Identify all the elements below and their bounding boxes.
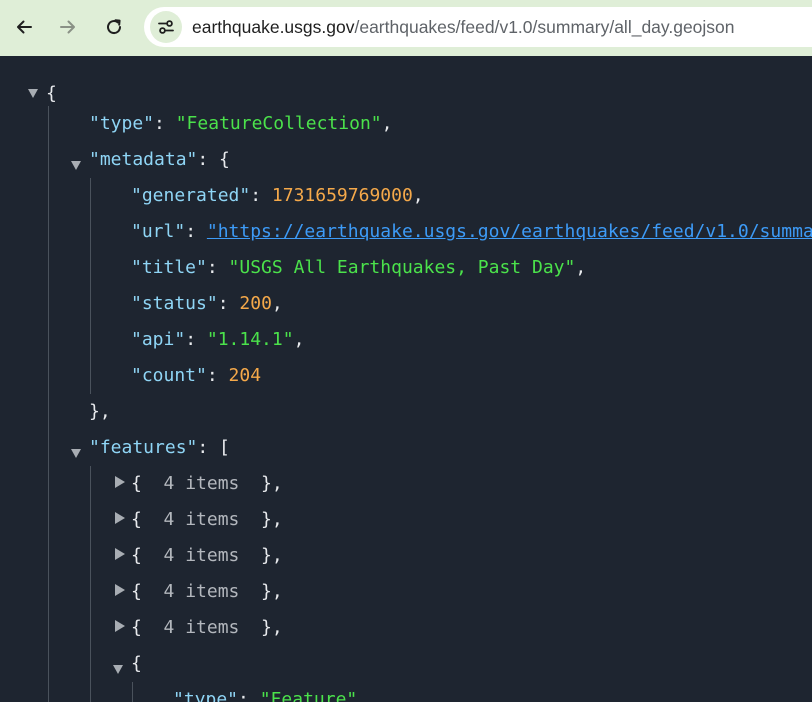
expand-feature-toggle[interactable] bbox=[115, 512, 125, 524]
site-info-button[interactable] bbox=[150, 11, 182, 43]
metadata-key: "metadata" bbox=[89, 149, 198, 170]
feature-type-value: "Feature" bbox=[259, 689, 358, 702]
browser-toolbar: earthquake.usgs.gov/earthquakes/feed/v1.… bbox=[0, 0, 812, 56]
json-line-generated: "generated": 1731659769000, bbox=[131, 185, 424, 206]
url-path: /earthquakes/feed/v1.0/summary/all_day.g… bbox=[354, 17, 735, 37]
expand-feature-toggle[interactable] bbox=[115, 476, 125, 488]
json-line-collapsed-item[interactable]: { 4 items }, bbox=[131, 538, 283, 574]
status-value: 200 bbox=[239, 293, 272, 314]
json-line-url: "url": "https://earthquake.usgs.gov/eart… bbox=[131, 214, 812, 250]
feature-type-key: "type" bbox=[173, 689, 239, 702]
reload-button[interactable] bbox=[96, 9, 132, 45]
collapse-features-toggle[interactable] bbox=[71, 449, 81, 458]
json-line-type: "type": "FeatureCollection", bbox=[89, 113, 393, 134]
json-line-collapsed-item[interactable]: { 4 items }, bbox=[131, 466, 283, 502]
json-line-root-open: { bbox=[46, 76, 57, 112]
expand-feature-toggle[interactable] bbox=[115, 584, 125, 596]
json-line-metadata: "metadata": { bbox=[89, 149, 230, 170]
json-line-api: "api": "1.14.1", bbox=[131, 329, 305, 350]
generated-key: "generated" bbox=[131, 185, 251, 206]
status-key: "status" bbox=[131, 293, 218, 314]
type-value: "FeatureCollection" bbox=[175, 113, 382, 134]
url-host: earthquake.usgs.gov bbox=[192, 17, 355, 37]
expand-feature-toggle[interactable] bbox=[115, 620, 125, 632]
indent-guide-features bbox=[90, 466, 91, 702]
collapse-metadata-toggle[interactable] bbox=[71, 161, 81, 170]
api-key: "api" bbox=[131, 329, 186, 350]
reload-icon bbox=[107, 19, 122, 35]
title-key: "title" bbox=[131, 257, 207, 278]
forward-button[interactable] bbox=[50, 9, 86, 45]
indent-guide-feature bbox=[132, 682, 133, 702]
json-line-features: "features": [ bbox=[89, 437, 230, 458]
indent-guide-metadata bbox=[90, 178, 91, 394]
back-button[interactable] bbox=[6, 9, 42, 45]
collapsed-item-count: 4 items bbox=[163, 545, 240, 566]
url-text[interactable]: earthquake.usgs.gov/earthquakes/feed/v1.… bbox=[192, 7, 735, 47]
type-key: "type" bbox=[89, 113, 155, 134]
json-viewer: { "type": "FeatureCollection", "metadata… bbox=[0, 56, 812, 702]
json-line-feature-open: { bbox=[131, 653, 142, 674]
root-open-brace: { bbox=[46, 83, 57, 104]
indent-guide-root bbox=[48, 106, 49, 702]
url-link[interactable]: "https://earthquake.usgs.gov/earthquakes… bbox=[207, 221, 812, 242]
collapsed-item-count: 4 items bbox=[163, 581, 240, 602]
expand-feature-toggle[interactable] bbox=[115, 548, 125, 560]
json-line-collapsed-item[interactable]: { 4 items }, bbox=[131, 502, 283, 538]
json-line-status: "status": 200, bbox=[131, 293, 283, 314]
back-arrow-icon bbox=[17, 20, 32, 34]
url-key: "url" bbox=[131, 221, 186, 242]
forward-arrow-icon bbox=[60, 20, 75, 34]
collapse-feature-toggle[interactable] bbox=[113, 665, 123, 674]
api-value: "1.14.1" bbox=[206, 329, 294, 350]
json-line-feature-type: "type": "Feature", bbox=[173, 682, 368, 702]
metadata-close-brace: }, bbox=[89, 401, 111, 422]
json-line-title: "title": "USGS All Earthquakes, Past Day… bbox=[131, 257, 587, 278]
count-value: 204 bbox=[228, 365, 262, 386]
site-info-icon bbox=[158, 20, 174, 34]
title-value: "USGS All Earthquakes, Past Day" bbox=[228, 257, 576, 278]
json-line-count: "count": 204 bbox=[131, 365, 262, 386]
collapse-root-toggle[interactable] bbox=[28, 89, 38, 98]
collapsed-item-count: 4 items bbox=[163, 509, 240, 530]
json-line-collapsed-item[interactable]: { 4 items }, bbox=[131, 574, 283, 610]
generated-value: 1731659769000 bbox=[271, 185, 413, 206]
collapsed-item-count: 4 items bbox=[163, 617, 240, 638]
json-line-metadata-close: }, bbox=[89, 394, 111, 430]
collapsed-item-count: 4 items bbox=[163, 473, 240, 494]
count-key: "count" bbox=[131, 365, 207, 386]
features-key: "features" bbox=[89, 437, 198, 458]
json-line-collapsed-item[interactable]: { 4 items }, bbox=[131, 610, 283, 646]
address-bar[interactable]: earthquake.usgs.gov/earthquakes/feed/v1.… bbox=[144, 7, 812, 47]
